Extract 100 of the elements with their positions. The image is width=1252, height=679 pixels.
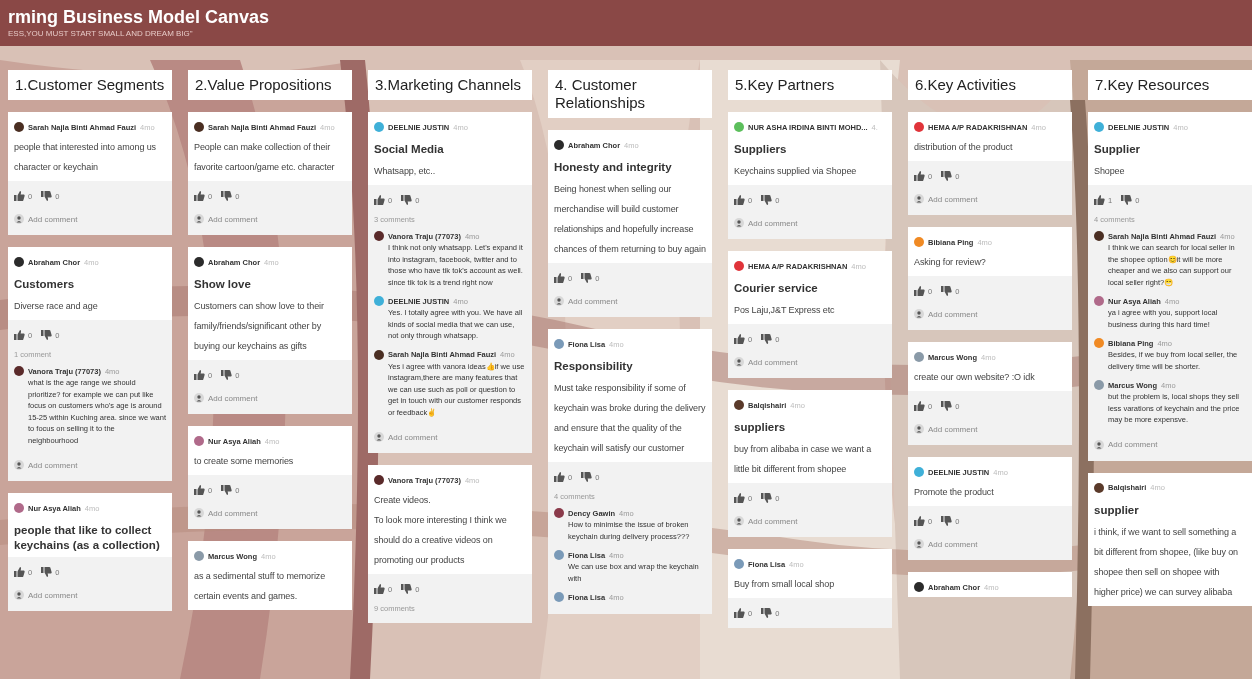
thumbs-down-icon[interactable] [41, 566, 53, 578]
person-icon [14, 214, 24, 224]
thumbs-down-icon[interactable] [941, 285, 953, 297]
person-icon [194, 508, 204, 518]
thumbs-down-icon[interactable] [1121, 194, 1133, 206]
add-comment-field[interactable]: Add comment [748, 218, 798, 228]
column-header: 5.Key Partners [728, 70, 892, 100]
person-icon [194, 214, 204, 224]
thumbs-down-icon[interactable] [581, 272, 593, 284]
post-text: Keychains supplied via Shopee [734, 165, 858, 178]
thumbs-down-icon[interactable] [941, 170, 953, 182]
thumbs-up-icon[interactable] [374, 583, 385, 595]
post-text: People can make collection of their favorite cartoon/game etc. character [194, 141, 336, 174]
thumbs-up-icon[interactable] [194, 484, 205, 496]
add-comment-field[interactable]: Add comment [928, 424, 978, 434]
post-title: Show love [194, 277, 252, 292]
add-comment-field[interactable]: Add comment [208, 508, 258, 518]
thumbs-down-icon[interactable] [401, 583, 413, 595]
post-title: Customers [14, 277, 76, 292]
thumbs-up-icon[interactable] [734, 607, 745, 619]
add-comment-field[interactable]: Add comment [28, 214, 78, 224]
thumbs-up-icon[interactable] [194, 190, 205, 202]
add-comment-field[interactable]: Add comment [208, 214, 258, 224]
thumbs-up-icon[interactable] [14, 566, 25, 578]
thumbs-up-icon[interactable] [554, 272, 565, 284]
post-text: Being honest when selling our merchandise will build customer relationships and hopefully increase chances of them returning to buy again [554, 183, 706, 256]
post-text: Buy from small local shop [734, 578, 836, 591]
add-comment-field[interactable]: Add comment [388, 432, 438, 442]
board-title: rming Business Model Canvas [8, 6, 270, 28]
thumbs-up-icon[interactable] [734, 492, 745, 504]
add-comment-field[interactable]: Add comment [748, 516, 798, 526]
person-icon [914, 309, 924, 319]
post-title: Responsibility [554, 359, 634, 374]
post-text: Promote the product [914, 486, 995, 499]
post-title: Courier service [734, 281, 819, 296]
add-comment-field[interactable]: Add comment [928, 194, 978, 204]
person-icon [914, 539, 924, 549]
thumbs-down-icon[interactable] [41, 190, 53, 202]
add-comment-field[interactable]: Add comment [748, 357, 798, 367]
post-text: Whatsapp, etc.. [374, 165, 437, 178]
add-comment-field[interactable]: Add comment [28, 460, 78, 470]
add-comment-field[interactable]: Add comment [1108, 440, 1158, 449]
post-title: supplier [1094, 502, 1140, 518]
thumbs-down-icon[interactable] [581, 471, 593, 483]
column-header: 1.Customer Segments [8, 70, 172, 100]
board-subtitle: ESS,YOU MUST START SMALL AND DREAM BIG" [8, 28, 193, 39]
person-icon [194, 393, 204, 403]
post-title: Honesty and integrity [554, 160, 673, 175]
thumbs-up-icon[interactable] [914, 170, 925, 182]
person-icon [734, 357, 744, 367]
person-icon [914, 424, 924, 434]
thumbs-down-icon[interactable] [941, 515, 953, 527]
person-icon [734, 516, 744, 526]
post-text: to create some memories [194, 455, 295, 468]
add-comment-field[interactable]: Add comment [208, 393, 258, 403]
post-text: Shopee [1094, 165, 1126, 178]
thumbs-up-icon[interactable] [14, 329, 25, 341]
thumbs-down-icon[interactable] [41, 329, 53, 341]
post-text: create our own website? :O idk [914, 371, 1036, 384]
post-title: Suppliers [734, 142, 788, 157]
thumbs-up-icon[interactable] [14, 190, 25, 202]
thumbs-up-icon[interactable] [734, 194, 745, 206]
post-text: i think, if we want to sell something a bit different from shopee, (like buy on shopee then sell on shopee with higher price) we can survey alibaba [1094, 525, 1240, 599]
thumbs-down-icon[interactable] [221, 369, 233, 381]
add-comment-field[interactable]: Add comment [28, 590, 78, 600]
column-header: 3.Marketing Channels [368, 70, 532, 100]
post-text: Diverse race and age [14, 300, 99, 313]
post-text: Create videos. To look more interesting I think we should do a creative videos on promoting our products [374, 494, 508, 567]
thumbs-down-icon[interactable] [761, 607, 773, 619]
thumbs-down-icon[interactable] [401, 194, 413, 206]
thumbs-up-icon[interactable] [914, 515, 925, 527]
thumbs-down-icon[interactable] [221, 484, 233, 496]
add-comment-field[interactable]: Add comment [928, 539, 978, 549]
person-icon [14, 590, 24, 600]
post-text: Must take responsibility if some of keychain was broke during the delivery and ensure that the quality of the keychain will satisfy our customer [554, 382, 706, 455]
thumbs-up-icon[interactable] [914, 400, 925, 412]
thumbs-down-icon[interactable] [221, 190, 233, 202]
thumbs-up-icon[interactable] [734, 333, 745, 345]
thumbs-up-icon[interactable] [914, 285, 925, 297]
person-icon [734, 218, 744, 228]
thumbs-down-icon[interactable] [941, 400, 953, 412]
post-title: Social Media [374, 142, 445, 157]
thumbs-down-icon[interactable] [761, 333, 773, 345]
post-text: Pos Laju,J&T Express etc [734, 304, 836, 317]
post-title: suppliers [734, 420, 787, 435]
thumbs-up-icon[interactable] [554, 471, 565, 483]
column-header: 4. Customer Relationships [548, 70, 712, 118]
post-text: Customers can show love to their family/friends/significant other by buying our keychains as gifts [194, 300, 325, 353]
thumbs-down-icon[interactable] [761, 194, 773, 206]
column-header: 6.Key Activities [908, 70, 1072, 100]
post-text: people that interested into among us character or keychain [14, 141, 157, 174]
thumbs-up-icon[interactable] [194, 369, 205, 381]
post-text: buy from alibaba in case we want a little bit different from shopee [734, 443, 873, 476]
thumbs-down-icon[interactable] [761, 492, 773, 504]
post-title: people that like to collect keychains (as a collection) [14, 523, 161, 553]
column-header: 2.Value Propositions [188, 70, 352, 100]
thumbs-up-icon[interactable] [1094, 194, 1105, 206]
add-comment-field[interactable]: Add comment [568, 296, 618, 306]
add-comment-field[interactable]: Add comment [928, 309, 978, 319]
thumbs-up-icon[interactable] [374, 194, 385, 206]
